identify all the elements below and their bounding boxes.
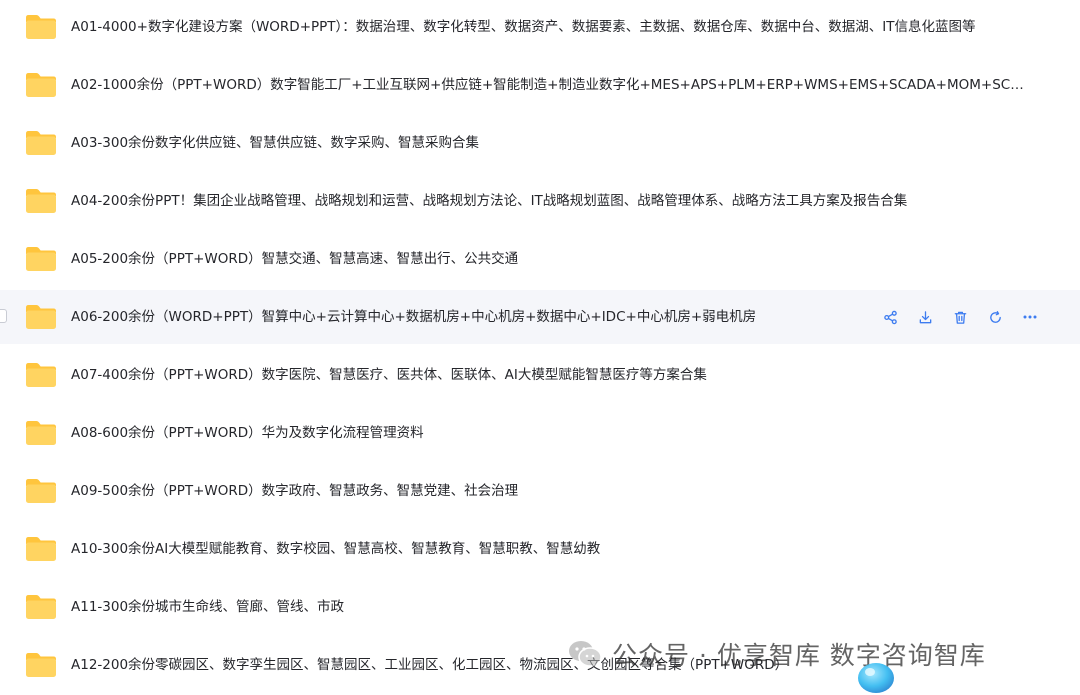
file-row[interactable]: A06-200余份（WORD+PPT）智算中心+云计算中心+数据机房+中心机房+… <box>0 290 1080 344</box>
file-name[interactable]: A09-500余份（PPT+WORD）数字政府、智慧政务、智慧党建、社会治理 <box>71 482 518 500</box>
file-name[interactable]: A02-1000余份（PPT+WORD）数字智能工厂+工业互联网+供应链+智能制… <box>71 76 1031 94</box>
file-name[interactable]: A03-300余份数字化供应链、智慧供应链、数字采购、智慧采购合集 <box>71 134 479 152</box>
file-list: A01-4000+数字化建设方案（WORD+PPT）：数据治理、数字化转型、数据… <box>0 0 1080 695</box>
file-row[interactable]: A07-400余份（PPT+WORD）数字医院、智慧医疗、医共体、医联体、AI大… <box>0 348 1080 402</box>
file-row[interactable]: A11-300余份城市生命线、管廊、管线、市政 <box>0 580 1080 634</box>
folder-icon <box>25 420 57 446</box>
download-icon[interactable] <box>915 307 935 327</box>
folder-icon <box>25 536 57 562</box>
delete-icon[interactable] <box>950 307 970 327</box>
row-checkbox[interactable] <box>0 309 7 323</box>
folder-icon <box>25 246 57 272</box>
file-row[interactable]: A02-1000余份（PPT+WORD）数字智能工厂+工业互联网+供应链+智能制… <box>0 58 1080 112</box>
folder-icon <box>25 130 57 156</box>
folder-icon <box>25 594 57 620</box>
file-row[interactable]: A09-500余份（PPT+WORD）数字政府、智慧政务、智慧党建、社会治理 <box>0 464 1080 518</box>
folder-icon <box>25 14 57 40</box>
folder-icon <box>25 72 57 98</box>
file-name[interactable]: A01-4000+数字化建设方案（WORD+PPT）：数据治理、数字化转型、数据… <box>71 18 976 36</box>
file-name[interactable]: A11-300余份城市生命线、管廊、管线、市政 <box>71 598 344 616</box>
folder-icon <box>25 304 57 330</box>
more-icon[interactable] <box>1020 307 1040 327</box>
file-row[interactable]: A12-200余份零碳园区、数字孪生园区、智慧园区、工业园区、化工园区、物流园区… <box>0 638 1080 692</box>
file-name[interactable]: A12-200余份零碳园区、数字孪生园区、智慧园区、工业园区、化工园区、物流园区… <box>71 656 788 674</box>
file-name[interactable]: A06-200余份（WORD+PPT）智算中心+云计算中心+数据机房+中心机房+… <box>71 308 756 326</box>
file-row[interactable]: A08-600余份（PPT+WORD）华为及数字化流程管理资料 <box>0 406 1080 460</box>
file-name[interactable]: A07-400余份（PPT+WORD）数字医院、智慧医疗、医共体、医联体、AI大… <box>71 366 707 384</box>
file-row[interactable]: A05-200余份（PPT+WORD）智慧交通、智慧高速、智慧出行、公共交通 <box>0 232 1080 286</box>
file-name[interactable]: A04-200余份PPT！集团企业战略管理、战略规划和运营、战略规划方法论、IT… <box>71 192 907 210</box>
file-row[interactable]: A01-4000+数字化建设方案（WORD+PPT）：数据治理、数字化转型、数据… <box>0 0 1080 54</box>
folder-icon <box>25 188 57 214</box>
file-row[interactable]: A10-300余份AI大模型赋能教育、数字校园、智慧高校、智慧教育、智慧职教、智… <box>0 522 1080 576</box>
file-name[interactable]: A10-300余份AI大模型赋能教育、数字校园、智慧高校、智慧教育、智慧职教、智… <box>71 540 600 558</box>
folder-icon <box>25 478 57 504</box>
folder-icon <box>25 362 57 388</box>
file-name[interactable]: A08-600余份（PPT+WORD）华为及数字化流程管理资料 <box>71 424 424 442</box>
file-name[interactable]: A05-200余份（PPT+WORD）智慧交通、智慧高速、智慧出行、公共交通 <box>71 250 518 268</box>
mascot-icon <box>858 663 894 693</box>
refresh-icon[interactable] <box>985 307 1005 327</box>
file-row[interactable]: A04-200余份PPT！集团企业战略管理、战略规划和运营、战略规划方法论、IT… <box>0 174 1080 228</box>
row-actions <box>880 307 1040 327</box>
share-icon[interactable] <box>880 307 900 327</box>
file-row[interactable]: A03-300余份数字化供应链、智慧供应链、数字采购、智慧采购合集 <box>0 116 1080 170</box>
folder-icon <box>25 652 57 678</box>
